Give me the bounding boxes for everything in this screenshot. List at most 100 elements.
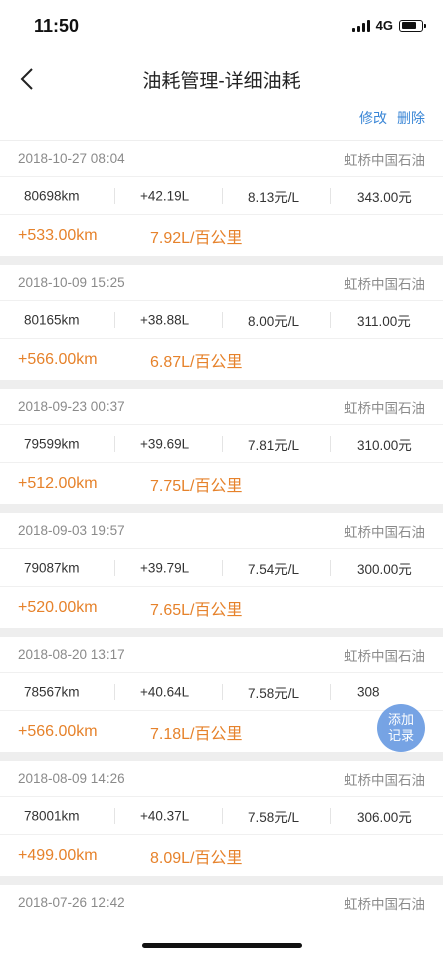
column-divider xyxy=(114,808,115,824)
record-odometer: 78001km xyxy=(24,808,80,823)
record-fuel: +38.88L xyxy=(140,312,190,327)
section-divider xyxy=(0,256,443,264)
record-date: 2018-09-23 00:37 xyxy=(18,399,125,414)
record-fuel: +40.64L xyxy=(140,684,190,699)
record-item[interactable]: 2018-07-26 12:42 虹桥中国石油 xyxy=(0,884,443,920)
record-amount: 311.00元 xyxy=(357,313,411,329)
record-price: 7.58元/L xyxy=(248,685,300,701)
record-date: 2018-08-20 13:17 xyxy=(18,647,125,662)
section-divider xyxy=(0,876,443,884)
record-item[interactable]: 2018-08-09 14:26 虹桥中国石油 78001km +40.37L … xyxy=(0,760,443,876)
column-divider xyxy=(114,436,115,452)
column-divider xyxy=(222,684,223,700)
record-fuel: +39.69L xyxy=(140,436,190,451)
record-header: 2018-10-27 08:04 虹桥中国石油 xyxy=(0,140,443,176)
record-item[interactable]: 2018-08-20 13:17 虹桥中国石油 78567km +40.64L … xyxy=(0,636,443,752)
record-distance: +512.00km xyxy=(18,474,98,492)
record-station: 虹桥中国石油 xyxy=(344,648,425,664)
record-price: 7.58元/L xyxy=(248,809,300,825)
record-date: 2018-10-27 08:04 xyxy=(18,151,125,166)
battery-icon xyxy=(399,19,426,32)
record-odometer: 79599km xyxy=(24,436,80,451)
record-station: 虹桥中国石油 xyxy=(344,152,425,168)
record-list: 2018-10-27 08:04 虹桥中国石油 80698km +42.19L … xyxy=(0,140,443,920)
record-distance: +499.00km xyxy=(18,846,98,864)
section-divider xyxy=(0,628,443,636)
column-divider xyxy=(222,188,223,204)
record-consumption: 7.65L/百公里 xyxy=(150,601,243,619)
record-amount: 343.00元 xyxy=(357,189,412,205)
record-distance: +533.00km xyxy=(18,226,98,244)
record-odometer: 80698km xyxy=(24,188,80,203)
record-consumption: 7.92L/百公里 xyxy=(150,229,243,247)
record-amount: 308 xyxy=(357,684,380,699)
action-row: 修改 删除 xyxy=(359,108,425,128)
column-divider xyxy=(330,560,331,576)
record-header: 2018-08-20 13:17 虹桥中国石油 xyxy=(0,636,443,672)
record-footer: +533.00km 7.92L/百公里 xyxy=(0,214,443,256)
record-price: 7.54元/L xyxy=(248,561,300,577)
record-fuel: +39.79L xyxy=(140,560,190,575)
record-amount: 300.00元 xyxy=(357,561,412,577)
status-bar: 11:50 4G xyxy=(0,0,443,54)
column-divider xyxy=(330,436,331,452)
record-distance: +566.00km xyxy=(18,350,98,368)
add-record-button[interactable]: 添加 记录 xyxy=(377,704,425,752)
record-data-row: 80165km +38.88L 8.00元/L 311.00元 xyxy=(0,300,443,338)
record-item[interactable]: 2018-10-27 08:04 虹桥中国石油 80698km +42.19L … xyxy=(0,140,443,256)
record-header: 2018-09-03 19:57 虹桥中国石油 xyxy=(0,512,443,548)
record-station: 虹桥中国石油 xyxy=(344,896,425,912)
record-item[interactable]: 2018-09-23 00:37 虹桥中国石油 79599km +39.69L … xyxy=(0,388,443,504)
record-distance: +566.00km xyxy=(18,722,98,740)
record-footer: +512.00km 7.75L/百公里 xyxy=(0,462,443,504)
record-amount: 306.00元 xyxy=(357,809,412,825)
column-divider xyxy=(330,312,331,328)
record-date: 2018-10-09 15:25 xyxy=(18,275,125,290)
record-odometer: 79087km xyxy=(24,560,80,575)
column-divider xyxy=(114,188,115,204)
status-time: 11:50 xyxy=(34,16,80,36)
column-divider xyxy=(222,808,223,824)
record-price: 8.00元/L xyxy=(248,313,300,329)
record-station: 虹桥中国石油 xyxy=(344,524,425,540)
record-header: 2018-08-09 14:26 虹桥中国石油 xyxy=(0,760,443,796)
section-divider xyxy=(0,380,443,388)
column-divider xyxy=(330,684,331,700)
column-divider xyxy=(222,312,223,328)
record-price: 8.13元/L xyxy=(248,189,300,205)
record-odometer: 78567km xyxy=(24,684,80,699)
record-station: 虹桥中国石油 xyxy=(344,772,425,788)
edit-button[interactable]: 修改 xyxy=(359,108,387,128)
delete-button[interactable]: 删除 xyxy=(397,108,425,128)
record-footer: +499.00km 8.09L/百公里 xyxy=(0,834,443,876)
record-price: 7.81元/L xyxy=(248,437,300,453)
record-item[interactable]: 2018-09-03 19:57 虹桥中国石油 79087km +39.79L … xyxy=(0,512,443,628)
add-record-label-line2: 记录 xyxy=(387,728,414,743)
column-divider xyxy=(114,560,115,576)
record-consumption: 7.18L/百公里 xyxy=(150,725,243,743)
signal-icon xyxy=(351,19,370,32)
record-date: 2018-08-09 14:26 xyxy=(18,771,125,786)
record-data-row: 78567km +40.64L 7.58元/L 308 xyxy=(0,672,443,710)
record-station: 虹桥中国石油 xyxy=(344,400,425,416)
nav-bar: 油耗管理-详细油耗 xyxy=(0,54,443,104)
record-header: 2018-09-23 00:37 虹桥中国石油 xyxy=(0,388,443,424)
record-item[interactable]: 2018-10-09 15:25 虹桥中国石油 80165km +38.88L … xyxy=(0,264,443,380)
column-divider xyxy=(330,188,331,204)
record-consumption: 8.09L/百公里 xyxy=(150,849,243,867)
section-divider xyxy=(0,504,443,512)
record-footer: +520.00km 7.65L/百公里 xyxy=(0,586,443,628)
section-divider xyxy=(0,752,443,760)
column-divider xyxy=(114,312,115,328)
record-header: 2018-07-26 12:42 虹桥中国石油 xyxy=(0,884,443,920)
record-date: 2018-07-26 12:42 xyxy=(18,895,125,910)
record-date: 2018-09-03 19:57 xyxy=(18,523,125,538)
record-consumption: 6.87L/百公里 xyxy=(150,353,243,371)
record-consumption: 7.75L/百公里 xyxy=(150,477,243,495)
record-fuel: +40.37L xyxy=(140,808,190,823)
record-data-row: 79087km +39.79L 7.54元/L 300.00元 xyxy=(0,548,443,586)
record-data-row: 78001km +40.37L 7.58元/L 306.00元 xyxy=(0,796,443,834)
record-distance: +520.00km xyxy=(18,598,98,616)
page-title: 油耗管理-详细油耗 xyxy=(142,71,301,92)
record-amount: 310.00元 xyxy=(357,437,412,453)
